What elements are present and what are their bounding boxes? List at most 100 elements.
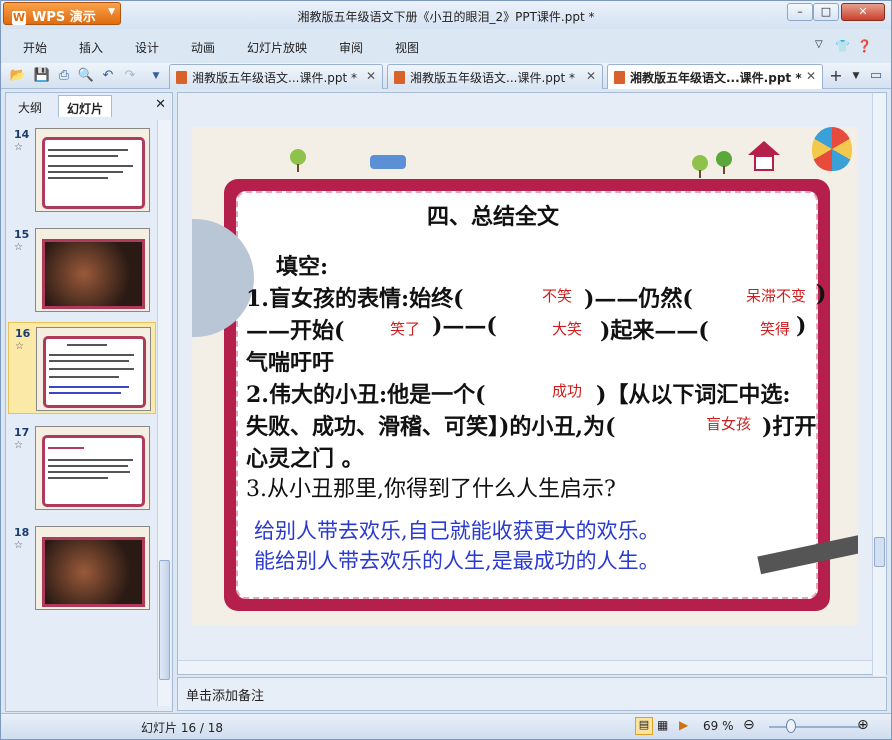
editor-hscrollbar[interactable]: [178, 660, 872, 674]
menu-insert[interactable]: 插入: [79, 39, 103, 56]
print-preview-icon[interactable]: 🔍: [77, 67, 95, 85]
skin-icon[interactable]: 👕: [835, 39, 850, 53]
insight-line-1: 给别人带去欢乐,自己就能收获更大的欢乐。: [254, 519, 660, 543]
zoom-slider-knob[interactable]: [786, 719, 796, 733]
question-2-line-a-close: )【从以下词汇中选:: [596, 382, 791, 408]
house-roof-decoration: [748, 141, 780, 155]
minimize-button[interactable]: –: [787, 3, 813, 21]
answer-3: 笑了: [390, 320, 421, 338]
thumbnail-item[interactable]: 15 ☆: [8, 224, 156, 316]
scrollbar-thumb[interactable]: [874, 537, 885, 567]
slideshow-view-icon[interactable]: ▶: [679, 718, 688, 732]
question-2-line-c: 心灵之门 。: [246, 446, 364, 472]
thumbnail-item[interactable]: 18 ☆: [8, 522, 156, 614]
tab-list-icon[interactable]: ▼: [847, 67, 865, 85]
tree-decoration: [692, 155, 708, 178]
normal-view-icon[interactable]: ▤: [635, 717, 653, 735]
doc-tab-label: 湘教版五年级语文...课件.ppt *: [410, 71, 576, 85]
zoom-out-icon[interactable]: ⊖: [743, 717, 755, 733]
question-1-line-a-close: )——仍然(: [584, 286, 693, 312]
ppt-file-icon: [614, 71, 625, 84]
answer-7: 盲女孩: [706, 415, 752, 433]
tab-slides[interactable]: 幻灯片: [58, 95, 113, 117]
menu-home[interactable]: 开始: [23, 39, 47, 56]
question-2-line-a: 2.伟大的小丑:他是一个(: [246, 382, 486, 408]
slide-thumbnail: [35, 228, 150, 312]
animation-star-icon: ☆: [14, 142, 23, 153]
editor-vscrollbar[interactable]: [872, 93, 886, 676]
save-icon[interactable]: 💾: [33, 67, 51, 85]
doc-tab-1[interactable]: 湘教版五年级语文...课件.ppt * ✕: [169, 64, 383, 89]
thumbnail-scrollbar[interactable]: [157, 120, 171, 706]
maximize-button[interactable]: □: [813, 3, 839, 21]
collapse-ribbon-icon[interactable]: ▽: [815, 39, 823, 50]
slide-editor: 四、总结全文 填空: 1.盲女孩的表情:始终( 不笑 )——仍然( 呆滞不变 )…: [177, 92, 887, 676]
slide-thumbnail: [35, 526, 150, 610]
menu-design[interactable]: 设计: [135, 39, 159, 56]
thumbnail-item[interactable]: 14 ☆: [8, 124, 156, 216]
zoom-in-icon[interactable]: ⊕: [857, 717, 869, 733]
customize-toolbar-icon[interactable]: ▼: [147, 67, 165, 85]
tab-outline[interactable]: 大纲: [10, 95, 50, 117]
animation-star-icon: ☆: [15, 341, 24, 352]
undo-icon[interactable]: ↶: [99, 67, 117, 85]
slide-canvas[interactable]: 四、总结全文 填空: 1.盲女孩的表情:始终( 不笑 )——仍然( 呆滞不变 )…: [192, 127, 858, 625]
menu-review[interactable]: 审阅: [339, 39, 363, 56]
status-bar: 幻灯片 16 / 18 ▤ ▦ ▶ 69 % ⊖ ⊕: [1, 713, 891, 739]
house-decoration: [754, 155, 774, 171]
doc-tab-label: 湘教版五年级语文...课件.ppt *: [630, 71, 802, 85]
doc-tab-3[interactable]: 湘教版五年级语文...课件.ppt * ✕: [607, 64, 823, 89]
slide-number: 18: [14, 526, 30, 539]
answer-6: 成功: [552, 382, 583, 400]
doc-tab-2[interactable]: 湘教版五年级语文...课件.ppt * ✕: [387, 64, 603, 89]
slide-count: 幻灯片 16 / 18: [141, 721, 224, 735]
tree-decoration: [290, 149, 306, 172]
question-1-line-a: 1.盲女孩的表情:始终(: [246, 286, 464, 312]
print-icon[interactable]: ⎙: [55, 67, 73, 85]
redo-icon[interactable]: ↷: [121, 67, 139, 85]
answer-1: 不笑: [542, 287, 573, 305]
help-icon[interactable]: ❓: [857, 39, 872, 53]
slide-thumbnail: [35, 426, 150, 510]
close-tab-icon[interactable]: ✕: [806, 69, 816, 83]
thumbnail-item[interactable]: 17 ☆: [8, 422, 156, 514]
sorter-view-icon[interactable]: ▦: [657, 718, 668, 732]
zoom-level: 69 %: [703, 719, 734, 733]
question-1-line-b: ——开始(: [246, 318, 345, 344]
close-panel-icon[interactable]: ✕: [155, 97, 166, 112]
zoom-slider[interactable]: [769, 726, 861, 728]
thumbnail-list: 14 ☆ 15 ☆ 16 ☆ 17 ☆ 18 ☆: [8, 120, 156, 706]
doc-tab-label: 湘教版五年级语文...课件.ppt *: [192, 71, 358, 85]
insight-line-2: 能给别人带去欢乐的人生,是最成功的人生。: [254, 549, 660, 573]
window-layout-icon[interactable]: ▭: [867, 67, 885, 85]
slide-number: 16: [15, 327, 31, 340]
close-tab-icon[interactable]: ✕: [366, 69, 376, 83]
window-title: 湘教版五年级语文下册《小丑的眼泪_2》PPT课件.ppt *: [297, 10, 595, 24]
animation-star-icon: ☆: [14, 440, 23, 451]
animation-star-icon: ☆: [14, 540, 23, 551]
thumbnail-item-selected[interactable]: 16 ☆: [8, 322, 156, 414]
question-1-line-c: 气喘吁吁: [246, 350, 335, 376]
question-1-line-b-mid2: )起来——(: [600, 318, 709, 344]
slides-panel: 大纲 幻灯片 ✕ 14 ☆ 15 ☆ 16 ☆ 17 ☆ 18 ☆: [5, 92, 173, 712]
close-tab-icon[interactable]: ✕: [586, 69, 596, 83]
menu-bar: 开始 插入 设计 动画 幻灯片放映 审阅 视图 ▽ 👕 ❓: [1, 29, 891, 63]
slide-thumbnail: [35, 128, 150, 212]
new-tab-icon[interactable]: +: [827, 67, 845, 85]
menu-slideshow[interactable]: 幻灯片放映: [247, 39, 307, 56]
menu-animation[interactable]: 动画: [191, 39, 215, 56]
animation-star-icon: ☆: [14, 242, 23, 253]
question-2-line-b-close: )打开: [762, 414, 817, 440]
slide-number: 17: [14, 426, 30, 439]
close-button[interactable]: ✕: [841, 3, 885, 21]
car-decoration: [370, 155, 406, 169]
answer-2: 呆滞不变: [746, 287, 807, 305]
balloon-decoration: [812, 127, 852, 171]
scrollbar-thumb[interactable]: [159, 560, 170, 680]
notes-input[interactable]: 单击添加备注: [177, 677, 887, 711]
menu-view[interactable]: 视图: [395, 39, 419, 56]
open-icon[interactable]: 📂: [9, 67, 27, 85]
question-2-line-b: 失败、成功、滑稽、可笑】)的小丑,为(: [246, 414, 616, 440]
ppt-file-icon: [394, 71, 405, 84]
question-1-line-a-close2: ): [816, 281, 827, 307]
